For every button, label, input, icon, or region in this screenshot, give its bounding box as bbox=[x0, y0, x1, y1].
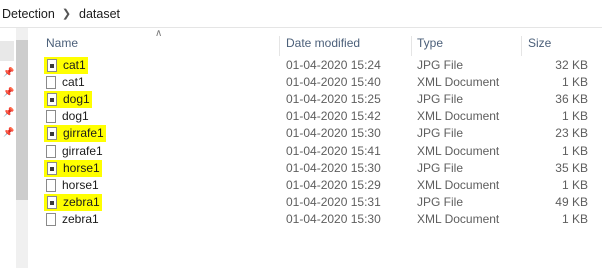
file-type: XML Document bbox=[417, 109, 500, 124]
breadcrumb-current[interactable]: dataset bbox=[79, 7, 120, 21]
file-row[interactable]: dog1 01-04-2020 15:25 JPG File 36 KB bbox=[0, 91, 602, 109]
file-row[interactable]: cat1 01-04-2020 15:40 XML Document 1 KB bbox=[0, 74, 602, 91]
file-name-cell[interactable]: cat1 bbox=[44, 74, 85, 91]
file-row[interactable]: zebra1 01-04-2020 15:31 JPG File 49 KB bbox=[0, 193, 602, 211]
column-header-name[interactable]: Name bbox=[46, 36, 78, 54]
file-date: 01-04-2020 15:41 bbox=[286, 143, 381, 158]
file-date: 01-04-2020 15:31 bbox=[286, 194, 381, 209]
file-size: 32 KB bbox=[555, 58, 588, 72]
file-size: 1 KB bbox=[561, 75, 588, 90]
file-row[interactable]: horse1 01-04-2020 15:30 JPG File 35 KB bbox=[0, 159, 602, 177]
file-size: 1 KB bbox=[561, 109, 588, 124]
column-divider[interactable] bbox=[279, 36, 280, 56]
file-name-cell[interactable]: horse1 bbox=[44, 177, 99, 194]
column-divider[interactable] bbox=[411, 36, 412, 56]
file-size: 35 KB bbox=[555, 160, 588, 175]
column-header-row: Name Date modified Type Size bbox=[0, 36, 602, 56]
file-name: girrafe1 bbox=[63, 126, 104, 141]
image-file-icon bbox=[47, 59, 57, 72]
file-name: dog1 bbox=[63, 92, 90, 107]
divider bbox=[0, 27, 602, 28]
file-date: 01-04-2020 15:30 bbox=[286, 126, 381, 141]
file-name: girrafe1 bbox=[62, 143, 103, 158]
file-row[interactable]: girrafe1 01-04-2020 15:41 XML Document 1 KB bbox=[0, 143, 602, 160]
file-name: horse1 bbox=[62, 177, 99, 192]
file-row[interactable]: dog1 01-04-2020 15:42 XML Document 1 KB bbox=[0, 108, 602, 125]
document-file-icon bbox=[46, 144, 56, 158]
document-file-icon bbox=[46, 212, 56, 226]
file-name-cell[interactable]: dog1 bbox=[44, 108, 89, 125]
file-date: 01-04-2020 15:42 bbox=[286, 109, 381, 124]
file-name: zebra1 bbox=[62, 211, 99, 226]
file-name-cell[interactable]: cat1 bbox=[44, 57, 88, 74]
file-row[interactable]: girrafe1 01-04-2020 15:30 JPG File 23 KB bbox=[0, 125, 602, 143]
column-header-size[interactable]: Size bbox=[528, 36, 551, 54]
file-type: JPG File bbox=[417, 58, 464, 72]
file-type: JPG File bbox=[417, 92, 464, 107]
file-date: 01-04-2020 15:25 bbox=[286, 92, 381, 107]
image-file-icon bbox=[47, 195, 57, 209]
file-date: 01-04-2020 15:29 bbox=[286, 177, 381, 192]
document-file-icon bbox=[46, 76, 56, 90]
column-header-date[interactable]: Date modified bbox=[286, 36, 360, 54]
file-size: 36 KB bbox=[555, 92, 588, 107]
chevron-right-icon[interactable]: ❯ bbox=[62, 7, 71, 20]
file-type: XML Document bbox=[417, 143, 500, 158]
image-file-icon bbox=[47, 127, 57, 141]
document-file-icon bbox=[46, 110, 56, 124]
file-type: JPG File bbox=[417, 194, 464, 209]
file-name: zebra1 bbox=[63, 194, 100, 209]
file-name-cell[interactable]: girrafe1 bbox=[44, 143, 103, 160]
file-name-cell[interactable]: girrafe1 bbox=[44, 125, 106, 143]
column-header-type[interactable]: Type bbox=[417, 36, 443, 54]
file-name-cell[interactable]: horse1 bbox=[44, 159, 102, 177]
file-type: XML Document bbox=[417, 75, 500, 90]
file-size: 23 KB bbox=[555, 126, 588, 141]
file-row[interactable]: zebra1 01-04-2020 15:30 XML Document 1 KB bbox=[0, 211, 602, 228]
file-date: 01-04-2020 15:24 bbox=[286, 58, 381, 72]
file-name-cell[interactable]: dog1 bbox=[44, 91, 92, 109]
file-name-cell[interactable]: zebra1 bbox=[44, 211, 99, 228]
image-file-icon bbox=[47, 93, 57, 107]
file-type: XML Document bbox=[417, 211, 500, 226]
breadcrumb: Detection ❯ dataset bbox=[0, 0, 602, 27]
file-name-cell[interactable]: zebra1 bbox=[44, 193, 102, 211]
column-divider[interactable] bbox=[521, 36, 522, 56]
file-size: 1 KB bbox=[561, 211, 588, 226]
file-type: XML Document bbox=[417, 177, 500, 192]
document-file-icon bbox=[46, 178, 56, 192]
file-size: 49 KB bbox=[555, 194, 588, 209]
file-name: cat1 bbox=[63, 58, 86, 72]
file-size: 1 KB bbox=[561, 177, 588, 192]
file-date: 01-04-2020 15:30 bbox=[286, 160, 381, 175]
file-row[interactable]: horse1 01-04-2020 15:29 XML Document 1 KB bbox=[0, 177, 602, 194]
file-type: JPG File bbox=[417, 160, 464, 175]
breadcrumb-parent[interactable]: Detection bbox=[2, 7, 55, 21]
file-size: 1 KB bbox=[561, 143, 588, 158]
file-name: horse1 bbox=[63, 160, 100, 175]
file-type: JPG File bbox=[417, 126, 464, 141]
image-file-icon bbox=[47, 161, 57, 175]
file-row[interactable]: cat1 01-04-2020 15:24 JPG File 32 KB bbox=[0, 57, 602, 74]
file-date: 01-04-2020 15:40 bbox=[286, 75, 381, 90]
file-name: dog1 bbox=[62, 109, 89, 124]
file-date: 01-04-2020 15:30 bbox=[286, 211, 381, 226]
file-name: cat1 bbox=[62, 75, 85, 90]
